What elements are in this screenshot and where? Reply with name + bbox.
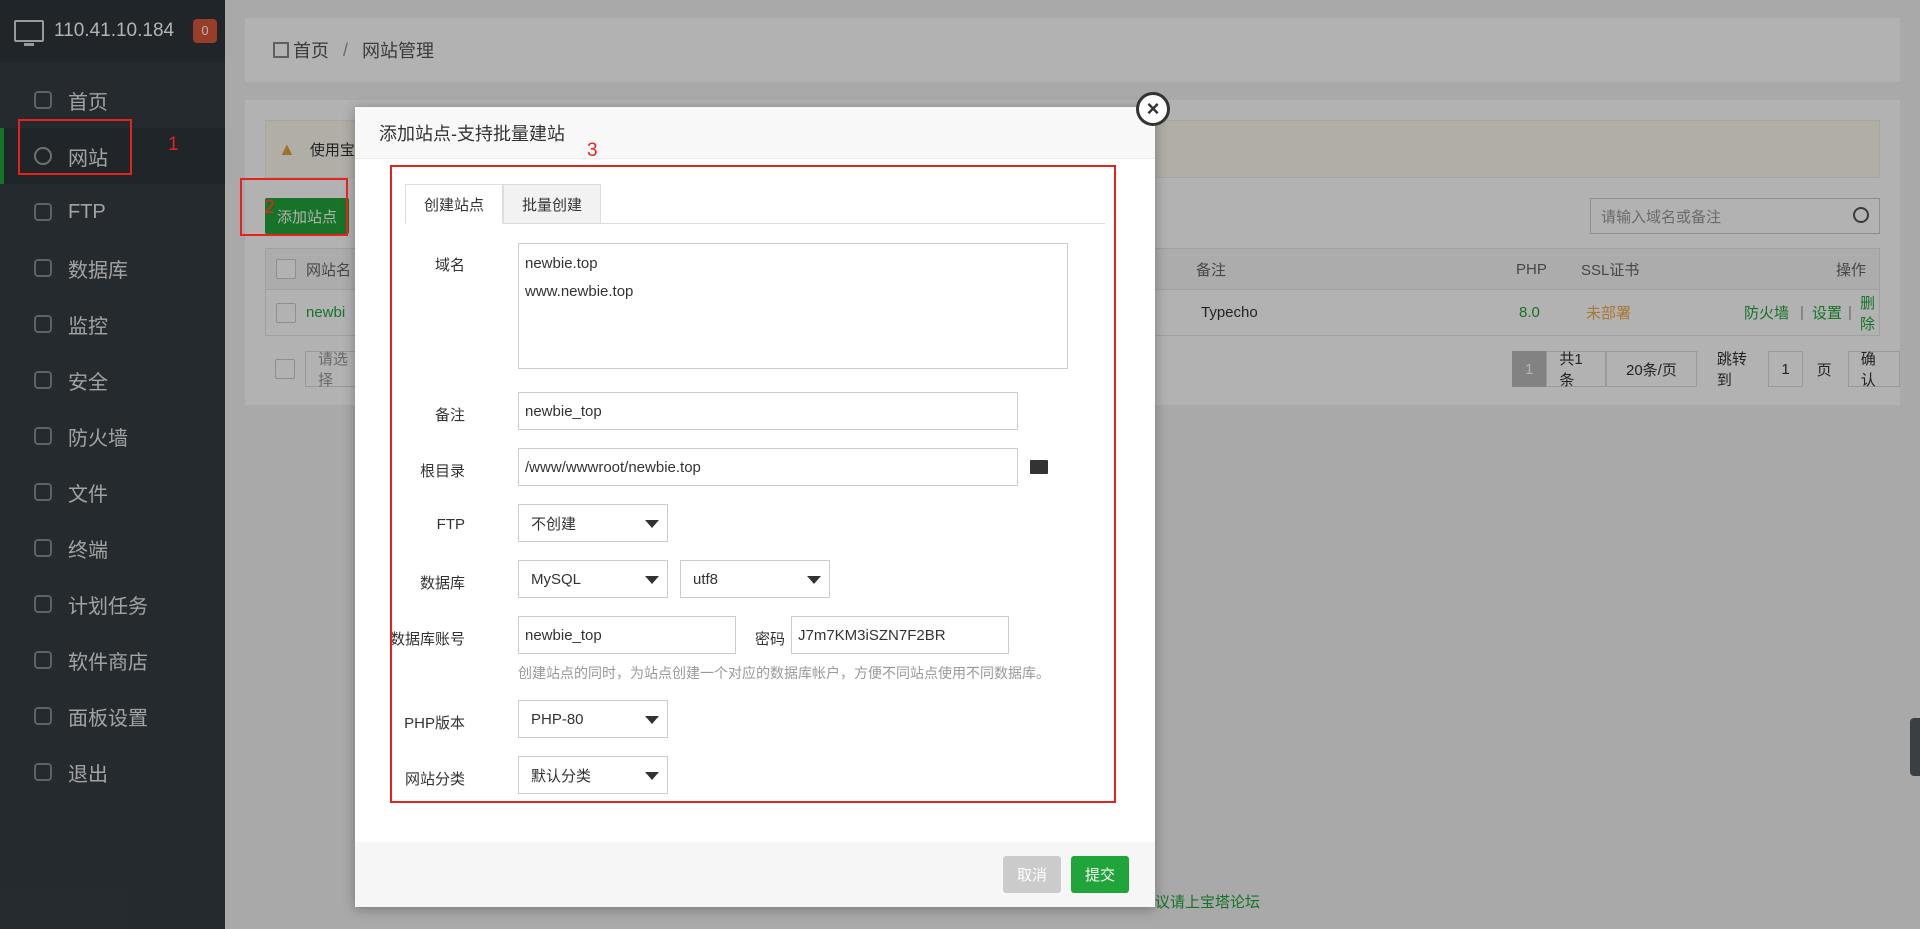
annotation-label-3: 3 [587, 140, 598, 161]
dialog-title: 添加站点-支持批量建站 [355, 107, 1155, 159]
cancel-button[interactable]: 取消 [1003, 856, 1061, 893]
annotation-box-3 [390, 165, 1116, 803]
close-icon[interactable]: × [1136, 92, 1170, 126]
annotation-box-2 [240, 178, 348, 236]
annotation-label-1: 1 [168, 134, 179, 155]
dialog-footer: 取消 提交 [355, 842, 1155, 907]
side-scroll-handle[interactable] [1910, 718, 1920, 776]
annotation-label-2: 2 [264, 197, 275, 218]
submit-button[interactable]: 提交 [1071, 856, 1129, 893]
annotation-box-1 [18, 119, 132, 175]
